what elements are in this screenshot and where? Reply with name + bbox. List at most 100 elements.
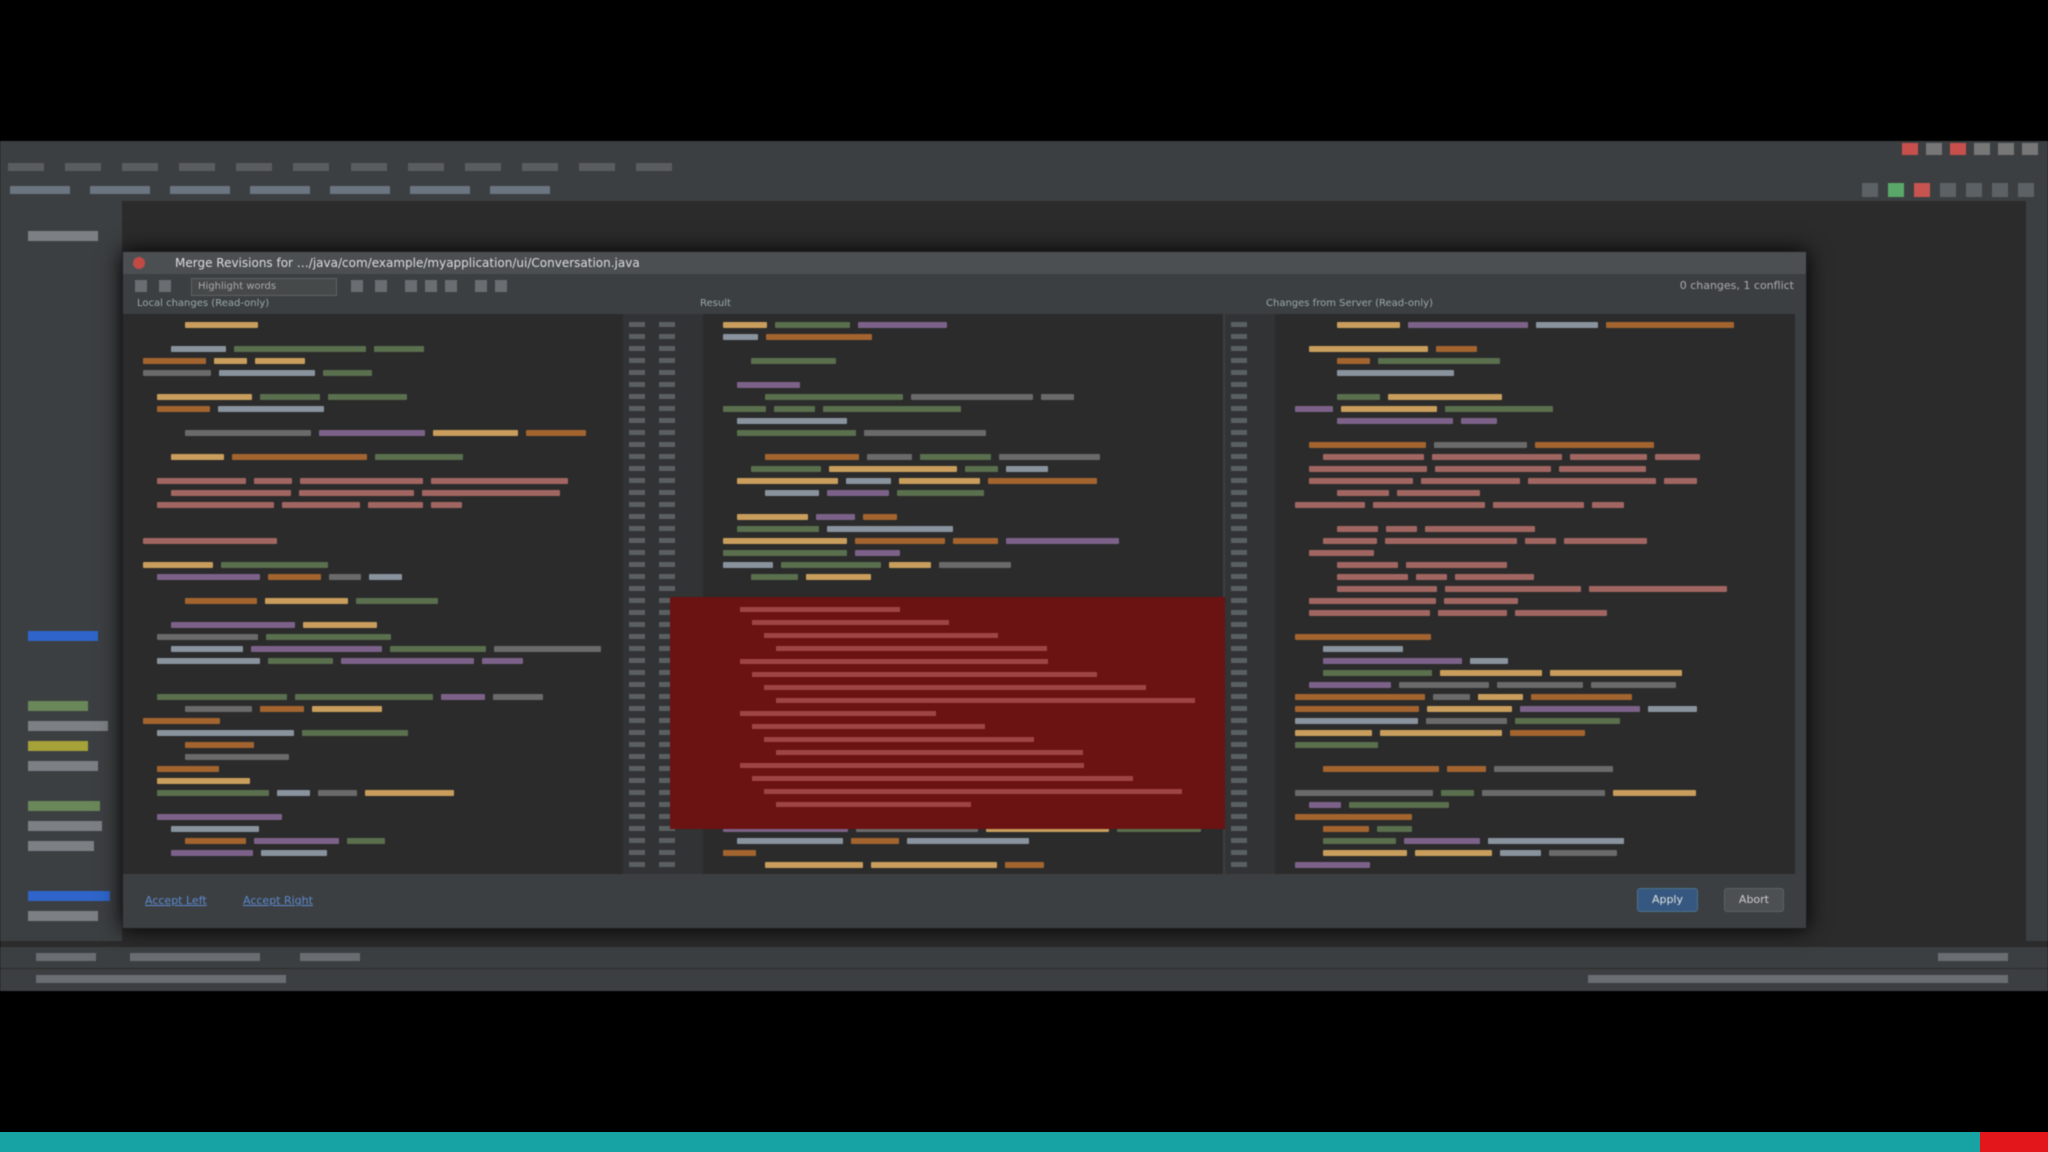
status-position	[1588, 975, 2008, 983]
tab-terminal[interactable]	[36, 953, 96, 961]
code-token	[1349, 802, 1449, 808]
menu-tools[interactable]	[464, 163, 501, 171]
code-token	[1482, 790, 1605, 796]
tree-row[interactable]	[28, 721, 108, 731]
code-token	[1589, 586, 1727, 592]
stop-icon[interactable]	[1914, 183, 1930, 197]
code-token	[1323, 826, 1369, 832]
close-icon[interactable]	[133, 257, 145, 269]
battery-icon[interactable]	[1974, 143, 1990, 155]
code-token	[1441, 790, 1474, 796]
line-number	[629, 514, 645, 519]
line-number	[629, 574, 645, 579]
conflict-code-token	[776, 698, 1195, 703]
code-token	[1309, 478, 1413, 484]
right-tool-strip[interactable]	[2026, 201, 2048, 941]
menu-build[interactable]	[350, 163, 387, 171]
code-token	[431, 502, 462, 508]
line-number	[1231, 622, 1247, 627]
config-selector[interactable]	[1862, 183, 1878, 197]
menu-view[interactable]	[122, 163, 159, 171]
line-number	[1231, 766, 1247, 771]
line-number	[629, 526, 645, 531]
menu-code[interactable]	[236, 163, 273, 171]
tree-row-selected[interactable]	[28, 891, 110, 901]
menu-refactor[interactable]	[293, 163, 330, 171]
volume-icon[interactable]	[1998, 143, 2014, 155]
code-token	[1337, 370, 1454, 376]
menu-vcs[interactable]	[521, 163, 558, 171]
code-token	[1323, 646, 1403, 652]
sync-scroll-icon[interactable]	[475, 280, 487, 292]
code-token	[347, 838, 385, 844]
notification-icon[interactable]	[1902, 143, 1918, 155]
accept-left-link[interactable]: Accept Left	[145, 894, 207, 907]
sync-icon[interactable]	[1940, 183, 1956, 197]
breadcrumb[interactable]	[10, 186, 570, 194]
settings-icon[interactable]	[351, 280, 363, 292]
tree-row[interactable]	[28, 231, 98, 241]
sdk-icon[interactable]	[1992, 183, 2008, 197]
tree-row[interactable]	[28, 801, 100, 811]
apply-left-icon[interactable]	[405, 280, 417, 292]
highlight-combo[interactable]: Highlight words	[191, 278, 337, 296]
arrow-right-icon[interactable]	[159, 280, 171, 292]
tree-row[interactable]	[28, 741, 88, 751]
line-number	[1231, 718, 1247, 723]
menu-help[interactable]	[636, 163, 673, 171]
menu-navigate[interactable]	[179, 163, 216, 171]
video-progress-bar[interactable]	[0, 1132, 1980, 1152]
tab-version-control[interactable]	[130, 953, 260, 961]
left-tool-strip[interactable]	[0, 201, 23, 941]
right-pane-header: Changes from Server (Read-only)	[1266, 298, 1433, 309]
tab-logcat[interactable]	[300, 953, 360, 961]
run-icon[interactable]	[1888, 183, 1904, 197]
conflict-code-token	[740, 763, 1084, 768]
record-icon[interactable]	[1950, 143, 1966, 155]
network-icon[interactable]	[1926, 143, 1942, 155]
accept-right-link[interactable]: Accept Right	[243, 894, 313, 907]
apply-nonconflict-icon[interactable]	[425, 280, 437, 292]
line-number	[629, 706, 645, 711]
menu-edit[interactable]	[65, 163, 102, 171]
line-number	[629, 550, 645, 555]
conflict-block[interactable]	[670, 597, 1225, 829]
line-number	[1231, 394, 1247, 399]
code-token	[431, 478, 568, 484]
apply-right-icon[interactable]	[445, 280, 457, 292]
line-number	[659, 550, 675, 555]
tree-row[interactable]	[28, 821, 102, 831]
center-pane-header: Result	[700, 298, 731, 309]
menu-file[interactable]	[8, 163, 44, 171]
code-token	[255, 358, 305, 364]
right-code-pane[interactable]	[1275, 314, 1795, 874]
help-icon[interactable]	[495, 280, 507, 292]
tab-event-log[interactable]	[1938, 953, 2008, 961]
code-token	[1426, 718, 1507, 724]
project-panel[interactable]	[22, 201, 122, 941]
code-token	[1397, 490, 1480, 496]
tree-row[interactable]	[28, 761, 98, 771]
search-icon[interactable]	[2018, 183, 2034, 197]
tree-row[interactable]	[28, 841, 94, 851]
line-number	[629, 646, 645, 651]
left-code-pane[interactable]	[123, 314, 623, 874]
apply-button[interactable]: Apply	[1636, 888, 1698, 912]
tree-row[interactable]	[28, 701, 88, 711]
avd-icon[interactable]	[1966, 183, 1982, 197]
code-token	[171, 490, 291, 496]
arrow-left-icon[interactable]	[135, 280, 147, 292]
line-number	[629, 358, 645, 363]
line-number	[629, 766, 645, 771]
code-token	[999, 454, 1100, 460]
code-token	[282, 502, 360, 508]
menu-run[interactable]	[407, 163, 444, 171]
video-progress-marker[interactable]	[1980, 1132, 2048, 1152]
run-toolbar	[1862, 183, 2034, 197]
tree-row[interactable]	[28, 911, 98, 921]
tree-row-selected[interactable]	[28, 631, 98, 641]
code-token	[260, 394, 320, 400]
menu-window[interactable]	[578, 163, 615, 171]
magic-resolve-icon[interactable]	[375, 280, 387, 292]
abort-button[interactable]: Abort	[1723, 888, 1784, 912]
